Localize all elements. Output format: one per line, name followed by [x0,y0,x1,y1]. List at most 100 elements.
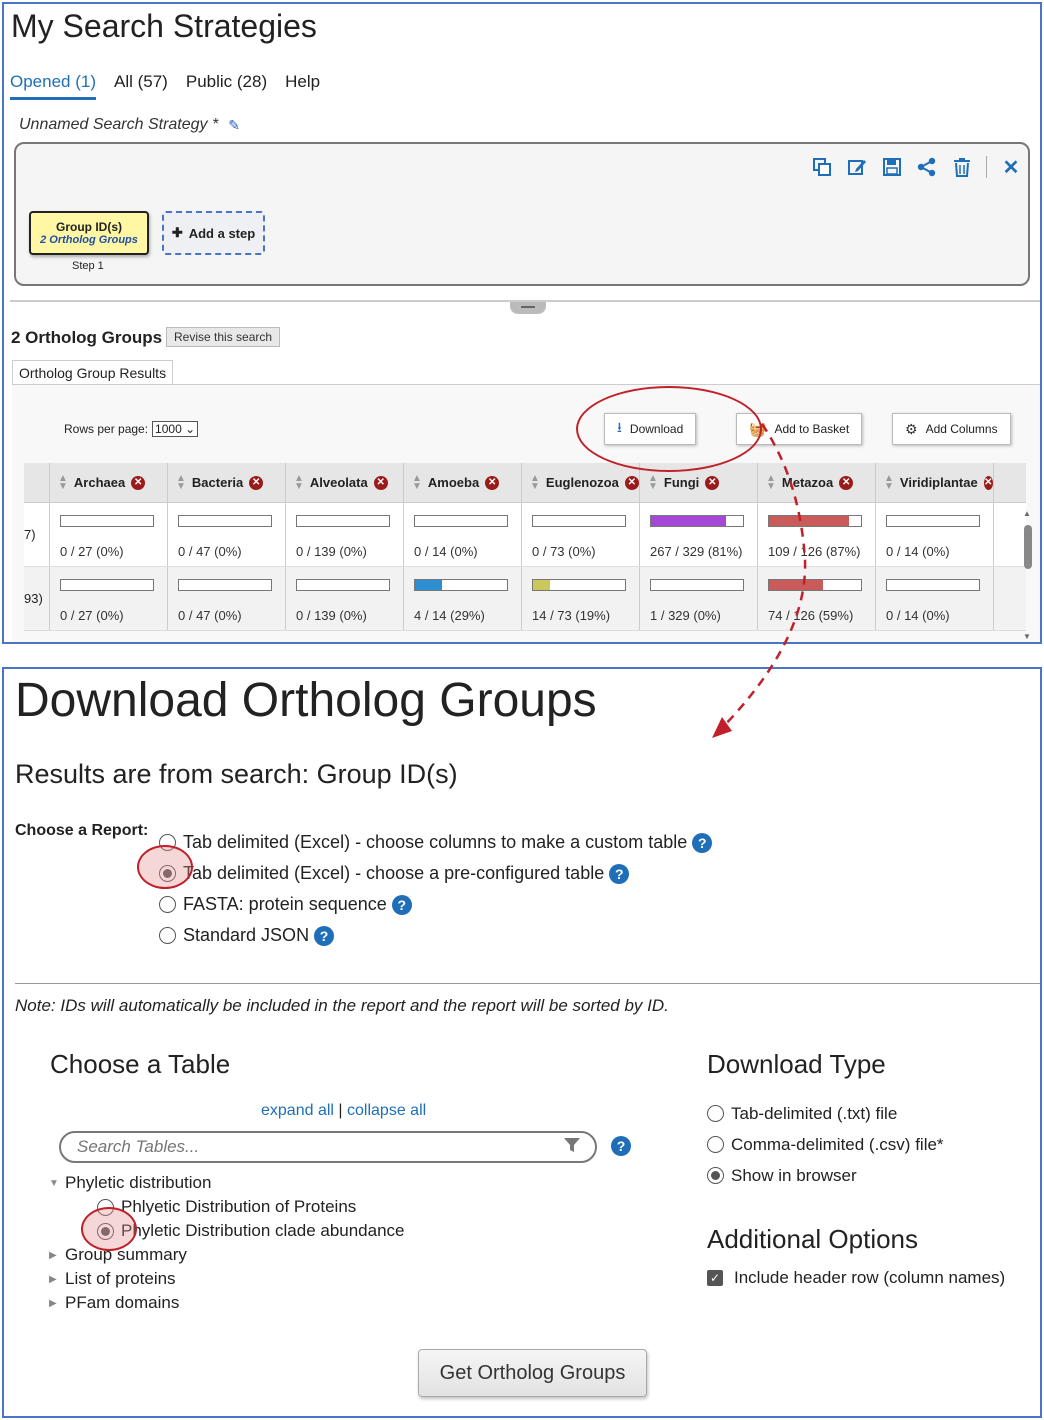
cell-value: 0 / 139 (0%) [296,608,367,623]
choose-report-label: Choose a Report: [15,822,149,839]
sort-icon[interactable]: ▲ ▼ [766,473,776,491]
tree-node-pfam-domains[interactable]: ▶ PFam domains [49,1291,405,1315]
strategy-name: Unnamed Search Strategy * ✎ [19,116,240,134]
sort-icon[interactable]: ▲ ▼ [176,473,186,491]
include-header-checkbox[interactable]: ✓ [707,1270,723,1286]
cell-value: 0 / 47 (0%) [178,544,242,559]
collapse-all-link[interactable]: collapse all [347,1102,426,1119]
column-header[interactable]: ▲ ▼ Viridiplantae ✕ [876,463,994,502]
scroll-thumb[interactable] [1024,525,1032,569]
report-option-preconfigured[interactable]: Tab delimited (Excel) - choose a pre-con… [159,858,712,889]
report-option-fasta[interactable]: FASTA: protein sequence ? [159,889,712,920]
tab-public[interactable]: Public (28) [186,72,267,100]
tab-help[interactable]: Help [285,72,320,100]
radio-csv[interactable] [707,1136,724,1153]
add-step-button[interactable]: ✚ Add a step [162,211,265,255]
annotation-circle-report [137,845,193,889]
progress-bar [650,515,744,527]
help-icon[interactable]: ? [314,925,335,946]
get-ortholog-groups-button[interactable]: Get Ortholog Groups [418,1349,647,1397]
sort-icon[interactable]: ▲ ▼ [58,473,68,491]
cell-value: 267 / 329 (81%) [650,544,743,559]
tree-node-list-of-proteins[interactable]: ▶ List of proteins [49,1267,405,1291]
download-type-txt[interactable]: Tab-delimited (.txt) file [707,1098,944,1129]
copy-icon[interactable] [811,156,833,178]
toolbar-separator [986,156,987,178]
tab-all[interactable]: All (57) [114,72,168,100]
remove-column-icon[interactable]: ✕ [839,475,854,490]
column-header[interactable]: ▲ ▼ Bacteria ✕ [168,463,286,502]
scroll-down-icon[interactable]: ▼ [1023,632,1031,641]
download-type-browser[interactable]: Show in browser [707,1160,944,1191]
download-type-label: Tab-delimited (.txt) file [731,1103,898,1123]
column-header[interactable]: ▲ ▼ Euglenozoa ✕ [522,463,640,502]
column-header[interactable]: ▲ ▼ Amoeba ✕ [404,463,522,502]
pencil-icon[interactable]: ✎ [228,117,240,134]
remove-column-icon[interactable]: ✕ [131,475,146,490]
step-box[interactable]: Group ID(s) 2 Ortholog Groups [29,211,149,255]
table-search-box [59,1131,597,1163]
tab-ortholog-group-results[interactable]: Ortholog Group Results [12,360,174,385]
gear-icon: ⚙ [905,420,918,437]
column-header[interactable]: ▲ ▼ Archaea ✕ [50,463,168,502]
column-header-label: Viridiplantae [899,475,978,490]
column-header[interactable]: ▲ ▼ Metazoa ✕ [758,463,876,502]
expand-all-link[interactable]: expand all [261,1102,334,1119]
step-description: 2 Ortholog Groups [40,234,138,246]
trash-icon[interactable] [951,156,973,178]
remove-column-icon[interactable]: ✕ [624,475,639,490]
cell-value: 0 / 27 (0%) [60,544,124,559]
add-columns-label: Add Columns [925,422,998,436]
caret-down-icon[interactable]: ▼ [49,1178,65,1189]
radio-txt[interactable] [707,1105,724,1122]
add-columns-button[interactable]: ⚙ Add Columns [892,413,1011,445]
caret-right-icon[interactable]: ▶ [49,1250,65,1261]
progress-bar [60,579,154,591]
download-type-options: Tab-delimited (.txt) file Comma-delimite… [707,1098,944,1191]
rows-per-page-label: Rows per page: [64,422,149,436]
radio-json[interactable] [159,927,176,944]
help-icon[interactable]: ? [692,832,713,853]
tree-node-phyletic-distribution[interactable]: ▼ Phyletic distribution [49,1171,405,1195]
revise-search-button[interactable]: Revise this search [166,327,281,347]
share-icon[interactable] [916,156,938,178]
progress-bar-fill [533,580,551,590]
scroll-up-icon[interactable]: ▲ [1023,509,1031,518]
edit-icon[interactable] [846,156,868,178]
report-options: Tab delimited (Excel) - choose columns t… [159,827,713,951]
radio-browser[interactable] [707,1167,724,1184]
tab-opened[interactable]: Opened (1) [10,72,96,100]
remove-column-icon[interactable]: ✕ [249,475,264,490]
report-option-custom[interactable]: Tab delimited (Excel) - choose columns t… [159,827,713,858]
rows-per-page-select[interactable]: 1000 ⌄ [152,421,199,437]
help-icon[interactable]: ? [609,863,630,884]
remove-column-icon[interactable]: ✕ [485,475,500,490]
sort-icon[interactable]: ▲ ▼ [530,473,540,491]
collapse-handle[interactable] [510,302,546,314]
remove-column-icon[interactable]: ✕ [373,475,388,490]
help-icon[interactable]: ? [391,894,412,915]
sort-icon[interactable]: ▲ ▼ [884,473,894,491]
column-header-label: Alveolata [309,475,368,490]
sort-icon[interactable]: ▲ ▼ [648,473,658,491]
column-header[interactable]: ▲ ▼ Alveolata ✕ [286,463,404,502]
report-option-json[interactable]: Standard JSON ? [159,920,712,951]
download-type-csv[interactable]: Comma-delimited (.csv) file* [707,1129,944,1160]
help-icon[interactable]: ? [611,1136,631,1156]
remove-column-icon[interactable]: ✕ [983,475,993,490]
caret-right-icon[interactable]: ▶ [49,1274,65,1285]
sort-icon[interactable]: ▲ ▼ [412,473,422,491]
include-header-option[interactable]: ✓ Include header row (column names) [707,1268,1005,1288]
column-header-label: Amoeba [427,475,480,490]
caret-right-icon[interactable]: ▶ [49,1298,65,1309]
search-tables-input[interactable] [75,1136,563,1158]
save-icon[interactable] [881,156,903,178]
close-icon[interactable]: ✕ [1000,156,1022,179]
download-type-label: Show in browser [731,1165,857,1185]
table-scrollbar[interactable]: ▲ ▼ [1023,507,1032,641]
tree-node-label: PFam domains [65,1293,180,1312]
radio-fasta[interactable] [159,896,176,913]
remove-column-icon[interactable]: ✕ [705,475,720,490]
sort-icon[interactable]: ▲ ▼ [294,473,304,491]
column-header-label: Euglenozoa [545,475,619,490]
